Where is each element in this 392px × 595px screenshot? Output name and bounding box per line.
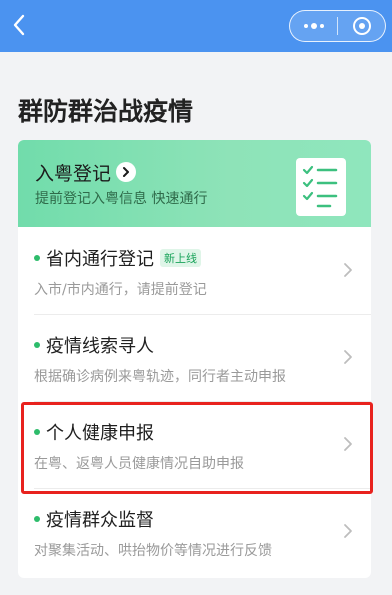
new-badge: 新上线 xyxy=(160,249,201,267)
checklist-document-icon xyxy=(296,158,346,216)
list-item-public-supervision[interactable]: 疫情群众监督 对聚集活动、哄抬物价等情况进行反馈 xyxy=(18,488,371,575)
list-item-clue-tracing[interactable]: 疫情线索寻人 根据确诊病例来粤轨迹，同行者主动申报 xyxy=(18,314,371,401)
more-button[interactable] xyxy=(290,11,337,41)
item-desc: 入市/市内通行，请提前登记 xyxy=(34,282,207,298)
guangdong-registration-banner[interactable]: 入粤登记 提前登记入粤信息 快速通行 xyxy=(18,140,371,227)
chevron-right-circle-icon xyxy=(116,162,136,182)
item-desc: 对聚集活动、哄抬物价等情况进行反馈 xyxy=(34,543,272,559)
chevron-right-icon xyxy=(341,260,355,280)
banner-title: 入粤登记 xyxy=(35,163,112,185)
list-item-provincial-pass[interactable]: 省内通行登记 新上线 入市/市内通行，请提前登记 xyxy=(18,227,371,314)
bullet-dot-icon xyxy=(34,342,40,348)
target-circle-icon xyxy=(352,17,371,35)
service-card: 入粤登记 提前登记入粤信息 快速通行 省内通行登记 新上线 入市/市内通行，请提… xyxy=(18,140,371,578)
item-title: 疫情群众监督 xyxy=(46,510,154,531)
top-nav-bar xyxy=(0,0,392,52)
bullet-dot-icon xyxy=(34,255,40,261)
close-mini-program-button[interactable] xyxy=(338,11,385,41)
mini-program-capsule xyxy=(289,10,386,42)
chevron-right-icon xyxy=(341,347,355,367)
bullet-dot-icon xyxy=(34,516,40,522)
item-desc: 根据确诊病例来粤轨迹，同行者主动申报 xyxy=(34,369,286,385)
page-title: 群防群治战疫情 xyxy=(18,97,194,126)
item-head: 疫情线索寻人 xyxy=(34,332,154,358)
chevron-right-icon xyxy=(341,521,355,541)
item-head: 省内通行登记 新上线 xyxy=(34,245,201,271)
banner-subtitle: 提前登记入粤信息 快速通行 xyxy=(35,191,208,207)
item-head: 疫情群众监督 xyxy=(34,506,154,532)
item-title: 疫情线索寻人 xyxy=(46,336,154,357)
back-button[interactable] xyxy=(6,10,32,40)
item-title: 省内通行登记 xyxy=(46,249,154,270)
chevron-left-icon xyxy=(13,14,25,36)
more-dots-icon xyxy=(303,23,324,29)
highlight-box xyxy=(21,402,373,494)
